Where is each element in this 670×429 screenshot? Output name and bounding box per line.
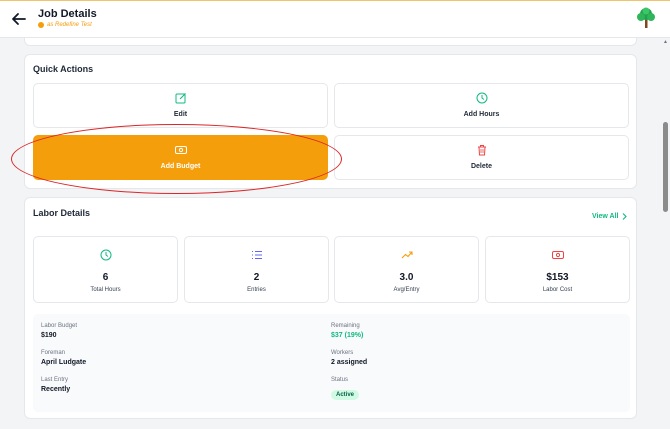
add-budget-button[interactable]: Add Budget <box>33 135 328 180</box>
scroll-up-icon[interactable]: ▲ <box>663 39 668 45</box>
status-field: Status Active <box>331 377 360 401</box>
foreman-label: Foreman <box>41 350 66 356</box>
clock-icon <box>476 92 487 104</box>
foreman-field: Foreman April Ludgate <box>41 350 86 366</box>
stat-entries: 2 Entries <box>184 236 329 303</box>
labor-budget-label: Labor Budget <box>41 323 78 329</box>
last-entry-value: Recently <box>41 386 71 393</box>
workers-label: Workers <box>331 350 354 356</box>
status-label: Status <box>331 377 349 383</box>
user-icon <box>38 22 44 28</box>
remaining-value: $37 (19%) <box>331 332 364 339</box>
labor-details-card: Labor Details View All 6 Total Hours 2 E… <box>24 197 637 419</box>
stat-value: 2 <box>253 272 260 283</box>
labor-details-title: Labor Details <box>33 208 91 218</box>
scroll-thumb[interactable] <box>663 122 668 212</box>
stat-total-hours: 6 Total Hours <box>33 236 178 303</box>
edit-icon <box>175 93 186 104</box>
labor-details-panel: Labor Budget $190 Remaining $37 (19%) Fo… <box>33 314 630 412</box>
quick-actions-title: Quick Actions <box>33 64 94 74</box>
stat-value: 3.0 <box>399 272 414 283</box>
remaining-label: Remaining <box>331 323 360 329</box>
tree-logo-icon <box>637 7 655 28</box>
stat-label: Entries <box>247 287 266 293</box>
last-entry-field: Last Entry Recently <box>41 377 70 393</box>
trend-up-icon <box>401 251 413 259</box>
subtitle-text: as Redefine Test <box>47 22 92 28</box>
back-arrow-icon[interactable] <box>10 10 28 28</box>
status-badge: Active <box>331 390 360 400</box>
workers-field: Workers 2 assigned <box>331 350 367 366</box>
view-all-label: View All <box>592 213 619 220</box>
last-entry-label: Last Entry <box>41 377 69 383</box>
view-all-link[interactable]: View All <box>592 213 628 220</box>
trash-icon <box>477 145 486 156</box>
page-scrollbar[interactable]: ▲ <box>662 38 670 429</box>
edit-button[interactable]: Edit <box>33 83 328 128</box>
add-budget-label: Add Budget <box>160 163 201 170</box>
delete-label: Delete <box>470 163 492 170</box>
top-bar: Job Details as Redefine Test <box>0 0 670 38</box>
money-icon <box>174 146 187 154</box>
add-hours-button[interactable]: Add Hours <box>334 83 629 128</box>
stat-avg-entry: 3.0 Avg/Entry <box>334 236 479 303</box>
stat-label: Avg/Entry <box>393 287 420 293</box>
remaining-field: Remaining $37 (19%) <box>331 323 363 339</box>
foreman-value: April Ludgate <box>41 359 87 366</box>
quick-actions-card: Quick Actions Edit Add Hours Add Budget … <box>24 54 637 189</box>
previous-card-bottom <box>24 38 637 46</box>
stat-labor-cost: $153 Labor Cost <box>485 236 630 303</box>
stat-value: $153 <box>546 272 569 283</box>
money-icon <box>551 251 564 259</box>
chevron-right-icon <box>623 213 628 220</box>
list-icon <box>251 250 262 260</box>
stat-label: Total Hours <box>90 287 121 293</box>
stat-label: Labor Cost <box>542 287 573 293</box>
edit-label: Edit <box>173 111 188 118</box>
page-subtitle: as Redefine Test <box>38 22 92 28</box>
labor-budget-field: Labor Budget $190 <box>41 323 77 339</box>
stat-value: 6 <box>102 272 109 283</box>
labor-budget-value: $190 <box>41 332 57 339</box>
clock-icon <box>100 249 111 261</box>
page-title: Job Details <box>38 8 97 20</box>
add-hours-label: Add Hours <box>463 111 500 118</box>
delete-button[interactable]: Delete <box>334 135 629 180</box>
workers-value: 2 assigned <box>331 359 368 366</box>
